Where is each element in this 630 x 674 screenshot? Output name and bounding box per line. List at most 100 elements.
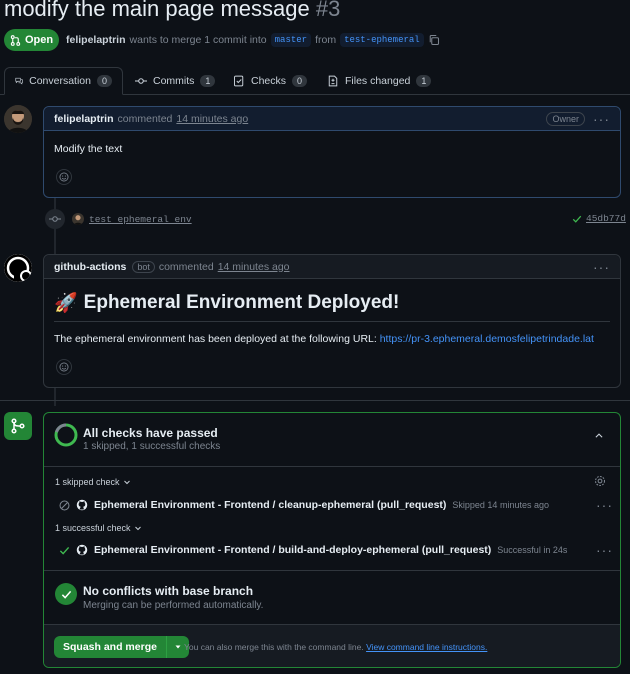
comment-paragraph: The ephemeral environment has been deplo… <box>54 333 610 345</box>
checks-ring-icon <box>54 423 78 447</box>
tab-conversation[interactable]: Conversation 0 <box>4 67 123 95</box>
commit-status: 45db77d <box>572 213 626 224</box>
git-merge-icon <box>11 418 25 434</box>
kebab-menu-icon[interactable]: ··· <box>593 259 610 275</box>
conflicts-title: No conflicts with base branch <box>83 584 254 598</box>
check-row-successful[interactable]: Ephemeral Environment - Frontend / build… <box>59 544 567 556</box>
bot-avatar[interactable] <box>4 254 32 282</box>
tab-count: 1 <box>200 75 216 87</box>
add-reaction-button[interactable] <box>56 169 72 185</box>
comment-header: felipelaptrin commented 14 minutes ago O… <box>44 107 620 131</box>
successful-label: 1 successful check <box>55 523 131 533</box>
merge-status-icon <box>4 412 32 440</box>
page-title: modify the main page message #3 <box>4 0 340 22</box>
tab-count: 1 <box>416 75 432 87</box>
git-pull-request-icon <box>10 34 21 46</box>
tab-label: Commits <box>153 75 195 87</box>
checklist-icon <box>234 75 244 87</box>
tab-count: 0 <box>96 75 112 87</box>
tab-checks[interactable]: Checks 0 <box>233 67 308 95</box>
merge-text: wants to merge 1 commit into <box>129 34 267 46</box>
successful-group-toggle[interactable]: 1 successful check <box>55 523 142 533</box>
kebab-menu-icon[interactable]: ··· <box>596 497 613 513</box>
commit-message[interactable]: test ephemeral env <box>89 214 192 225</box>
check-name: Ephemeral Environment - Frontend / build… <box>94 544 492 556</box>
checks-summary[interactable]: All checks have passed 1 skipped, 1 succ… <box>44 413 620 467</box>
commit-author-avatar[interactable] <box>72 213 84 225</box>
tab-label: Checks <box>251 75 287 87</box>
check-icon <box>59 546 70 555</box>
state-label: Open <box>24 34 54 46</box>
check-name: Ephemeral Environment - Frontend / clean… <box>94 499 447 511</box>
chevron-down-icon <box>123 480 130 485</box>
kebab-menu-icon[interactable]: ··· <box>596 542 613 558</box>
github-logo-icon <box>76 499 88 511</box>
github-actions-icon <box>4 254 32 282</box>
comment-body: 🚀 Ephemeral Environment Deployed! The ep… <box>44 279 620 345</box>
comment-discussion-icon <box>15 77 23 85</box>
pr-title: modify the main page message <box>4 0 310 21</box>
comment-author[interactable]: felipelaptrin <box>54 113 114 125</box>
commit-node <box>45 209 65 229</box>
base-branch[interactable]: master <box>270 33 312 47</box>
check-note: Successful in 24s <box>497 545 568 555</box>
smiley-icon <box>59 172 69 182</box>
skipped-group-toggle[interactable]: 1 skipped check <box>55 477 131 487</box>
merge-actions: Squash and merge You can also merge this… <box>44 625 620 667</box>
comment-header: github-actions bot commented 14 minutes … <box>44 255 620 279</box>
owner-badge: Owner <box>546 111 585 126</box>
tab-label: Conversation <box>29 75 91 87</box>
comment-card: github-actions bot commented 14 minutes … <box>43 254 621 388</box>
add-reaction-button[interactable] <box>56 359 72 375</box>
skip-icon <box>59 500 70 510</box>
state-badge: Open <box>4 29 59 51</box>
comment-action: commented <box>117 112 173 125</box>
check-row-skipped[interactable]: Ephemeral Environment - Frontend / clean… <box>59 499 549 511</box>
comment-heading: 🚀 Ephemeral Environment Deployed! <box>54 291 610 322</box>
check-icon <box>61 590 71 599</box>
skipped-label: 1 skipped check <box>55 477 120 487</box>
command-line-link[interactable]: View command line instructions. <box>366 642 487 652</box>
comment-author[interactable]: github-actions <box>54 261 126 273</box>
tab-label: Files changed <box>345 75 411 87</box>
deploy-message: The ephemeral environment has been deplo… <box>54 333 377 345</box>
git-commit-icon <box>135 78 147 84</box>
pr-author[interactable]: felipelaptrin <box>66 34 126 46</box>
comment-time[interactable]: 14 minutes ago <box>218 261 290 273</box>
person-avatar-icon <box>73 215 83 225</box>
gear-icon[interactable] <box>594 475 606 487</box>
pr-meta: felipelaptrin wants to merge 1 commit in… <box>66 33 440 47</box>
comment-body: Modify the text <box>54 143 123 155</box>
person-avatar-icon <box>4 105 32 133</box>
from-text: from <box>315 34 337 46</box>
tab-files-changed[interactable]: Files changed 1 <box>327 67 432 95</box>
comment-time[interactable]: 14 minutes ago <box>176 113 248 125</box>
kebab-menu-icon[interactable]: ··· <box>593 111 610 127</box>
merge-box: All checks have passed 1 skipped, 1 succ… <box>43 412 621 668</box>
chevron-down-icon <box>134 526 141 531</box>
smiley-icon <box>59 362 69 372</box>
chevron-up-icon[interactable] <box>594 431 604 441</box>
merge-hint-text: You can also merge this with the command… <box>184 642 364 652</box>
conflicts-subtitle: Merging can be performed automatically. <box>83 600 264 611</box>
comment-action: commented <box>158 260 214 273</box>
check-icon[interactable] <box>572 214 582 224</box>
checks-subtitle: 1 skipped, 1 successful checks <box>83 441 221 452</box>
checks-list: 1 skipped check Ephemeral Environment - … <box>44 467 620 571</box>
avatar[interactable] <box>4 105 32 133</box>
bot-badge: bot <box>132 260 155 273</box>
squash-and-merge-button[interactable]: Squash and merge <box>54 636 167 658</box>
tab-count: 0 <box>292 75 308 87</box>
heading-text: Ephemeral Environment Deployed! <box>83 292 400 313</box>
rocket-icon: 🚀 <box>54 293 78 314</box>
copy-icon[interactable] <box>428 34 440 46</box>
check-note: Skipped 14 minutes ago <box>452 500 549 510</box>
head-branch[interactable]: test-ephemeral <box>340 33 424 47</box>
merge-hint: You can also merge this with the command… <box>184 642 487 652</box>
deploy-url-link[interactable]: https://pr-3.ephemeral.demosfelipetrinda… <box>380 333 594 345</box>
conflict-ok-badge <box>55 583 77 605</box>
triangle-down-icon <box>175 645 181 649</box>
tab-commits[interactable]: Commits 1 <box>135 67 216 95</box>
checks-title: All checks have passed <box>83 426 218 440</box>
commit-sha[interactable]: 45db77d <box>586 213 626 224</box>
